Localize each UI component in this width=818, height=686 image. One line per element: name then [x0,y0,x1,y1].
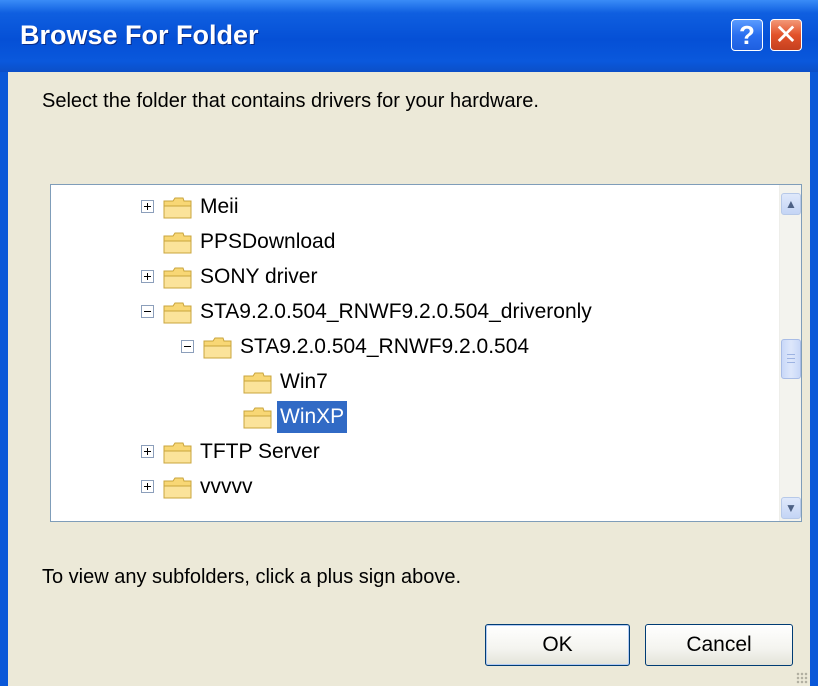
scroll-up-button[interactable]: ▲ [781,193,801,215]
thumb-grip-line [787,358,795,359]
tree-item[interactable]: vvvvv [141,471,741,503]
tree-item[interactable]: STA9.2.0.504_RNWF9.2.0.504_driveronly [141,296,741,328]
browse-for-folder-dialog: Browse For Folder ? ✕ Select the folder … [0,0,818,686]
tree-item-label: PPSDownload [200,230,336,253]
folder-icon [163,442,192,464]
thumb-grip-line [787,354,795,355]
close-button[interactable]: ✕ [770,19,802,51]
instruction-text: Select the folder that contains drivers … [42,90,539,112]
folder-icon [163,232,192,254]
folder-icon [243,407,272,429]
folder-icon [163,302,192,324]
tree-item-label: vvvvv [200,475,253,498]
hint-text: To view any subfolders, click a plus sig… [42,566,462,588]
tree-item[interactable]: PPSDownload [141,226,741,258]
dialog-body: Select the folder that contains drivers … [8,72,810,686]
folder-tree[interactable]: Meii PPSDownload SONY driver STA9.2.0.504_R… [50,184,802,522]
collapse-minus-icon[interactable] [181,340,194,353]
tree-item[interactable]: WinXP [221,401,779,433]
tree-item-label: STA9.2.0.504_RNWF9.2.0.504_driveronly [200,300,592,323]
dialog-title: Browse For Folder [20,20,259,50]
tree-item[interactable]: Meii [141,191,741,223]
resize-grip[interactable] [796,672,808,684]
close-icon: ✕ [774,19,798,50]
tree-item[interactable]: TFTP Server [141,436,741,468]
folder-icon [163,267,192,289]
collapse-minus-icon[interactable] [141,305,154,318]
folder-icon [243,372,272,394]
tree-item-label: TFTP Server [200,440,320,463]
expand-plus-icon[interactable] [141,445,154,458]
tree-item-label: WinXP [277,401,348,433]
help-button[interactable]: ? [731,19,763,51]
folder-icon [163,477,192,499]
vertical-scrollbar[interactable]: ▲ ▼ [779,185,801,521]
expand-plus-icon[interactable] [141,480,154,493]
expand-plus-icon[interactable] [141,200,154,213]
tree-item-label: STA9.2.0.504_RNWF9.2.0.504 [240,335,530,358]
tree-item[interactable]: Win7 [221,366,779,398]
folder-tree-list: Meii PPSDownload SONY driver STA9.2.0.504_R… [51,185,779,521]
tree-item[interactable]: SONY driver [141,261,741,293]
chevron-down-icon: ▼ [785,501,797,515]
expand-plus-icon[interactable] [141,270,154,283]
tree-item-label: Win7 [280,370,328,393]
scroll-thumb[interactable] [781,339,801,379]
thumb-grip-line [787,362,795,363]
chevron-up-icon: ▲ [785,197,797,211]
scroll-down-button[interactable]: ▼ [781,497,801,519]
tree-item-label: Meii [200,195,239,218]
cancel-button[interactable]: Cancel [645,624,793,666]
ok-button[interactable]: OK [485,624,630,666]
help-icon: ? [739,20,755,50]
tree-item[interactable]: STA9.2.0.504_RNWF9.2.0.504 [181,331,779,363]
title-bar[interactable]: Browse For Folder ? ✕ [0,0,818,72]
folder-icon [163,197,192,219]
tree-item-label: SONY driver [200,265,318,288]
folder-icon [203,337,232,359]
